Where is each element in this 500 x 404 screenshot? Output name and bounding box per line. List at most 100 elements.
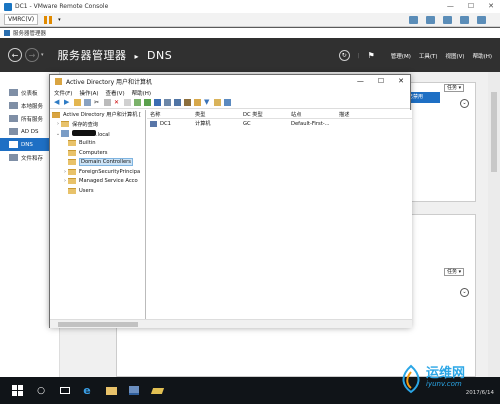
server-icon: [9, 102, 18, 109]
minimize-icon[interactable]: —: [447, 2, 454, 10]
column-header-site[interactable]: 站点: [291, 111, 339, 118]
menu-manage[interactable]: 管理(M): [391, 52, 411, 60]
ou-folder-icon: [68, 159, 76, 166]
column-header-type[interactable]: 类型: [195, 111, 243, 118]
sidebar-item-label: 文件和存: [21, 155, 44, 162]
dashboard-icon: [9, 89, 18, 96]
column-header-description[interactable]: 描述: [339, 111, 399, 118]
new-user-icon[interactable]: [174, 99, 181, 106]
export-icon[interactable]: [144, 99, 151, 106]
chevron-down-icon[interactable]: ▾: [58, 17, 61, 23]
start-button[interactable]: [10, 383, 24, 398]
row-type: 计算机: [195, 121, 211, 127]
folder-icon: [68, 187, 76, 194]
server-manager-header: ← → ▾ 服务器管理器 ▸ DNS ↻ | ⚑ 管理(M) 工具(T) 视图(…: [0, 38, 500, 72]
up-folder-icon[interactable]: [74, 99, 81, 106]
close-icon[interactable]: ✕: [488, 2, 494, 10]
ad-ds-icon: [9, 128, 18, 135]
tree-node-label: Computers: [79, 149, 108, 156]
task-view-icon[interactable]: [58, 383, 72, 398]
forward-arrow-icon[interactable]: ▶: [64, 99, 71, 106]
vmrc-menu-button[interactable]: VMRC(V): [4, 14, 39, 25]
list-item[interactable]: DC1 计算机 GC Default-First-...: [147, 119, 412, 128]
edge-browser-icon[interactable]: e: [80, 383, 94, 398]
refresh-icon[interactable]: ↻: [338, 50, 350, 61]
send-ctrl-alt-del-icon[interactable]: [409, 16, 418, 24]
aduc-details-pane: 名称 类型 DC 类型 站点 描述 DC1 计算机 GC Default-Fir…: [147, 110, 412, 319]
menu-action[interactable]: 操作(A): [79, 89, 98, 97]
maximize-icon[interactable]: ☐: [378, 77, 384, 85]
tree-node-computers[interactable]: Computers: [50, 148, 145, 158]
redacted-domain-name: [72, 129, 96, 136]
add-to-group-icon[interactable]: [224, 99, 231, 106]
pause-icon[interactable]: [44, 15, 53, 24]
delete-icon[interactable]: ✕: [114, 99, 121, 106]
tree-node-users[interactable]: Users: [50, 186, 145, 196]
horizontal-scrollbar[interactable]: [50, 319, 412, 328]
menu-file[interactable]: 文件(F): [54, 89, 72, 97]
help-icon[interactable]: [154, 99, 161, 106]
forward-arrow-icon[interactable]: →: [25, 48, 39, 62]
refresh-icon[interactable]: [134, 99, 141, 106]
menu-view[interactable]: 查看(V): [106, 89, 125, 97]
tree-node-root[interactable]: Active Directory 用户和计算机 [: [50, 110, 145, 120]
menu-tools[interactable]: 工具(T): [419, 52, 438, 60]
aduc-app-icon: [55, 78, 62, 85]
aduc-window: Active Directory 用户和计算机 — ☐ ✕ 文件(F) 操作(A…: [49, 74, 412, 328]
server-manager-taskbar-icon[interactable]: [127, 383, 141, 398]
properties-icon[interactable]: [124, 99, 131, 106]
filter-icon[interactable]: ▼: [204, 99, 211, 106]
find-icon[interactable]: [214, 99, 221, 106]
minimize-icon[interactable]: —: [357, 77, 364, 85]
back-arrow-icon[interactable]: ◀: [54, 99, 61, 106]
vmware-logo-icon: [4, 2, 12, 11]
new-ou-icon[interactable]: [194, 99, 201, 106]
tree-node-label: Users: [79, 187, 94, 194]
watermark-logo-icon: [402, 364, 420, 394]
expand-icon[interactable]: ⌄: [460, 288, 469, 297]
menu-help[interactable]: 帮助(H): [473, 52, 492, 60]
tree-node-saved-queries[interactable]: › 保存的查询: [50, 120, 145, 130]
settings-icon[interactable]: [477, 16, 486, 24]
close-icon[interactable]: ✕: [398, 77, 404, 85]
tree-node-managed-service-accounts[interactable]: › Managed Service Acco: [50, 177, 145, 187]
copy-icon[interactable]: [104, 99, 111, 106]
tree-node-domain[interactable]: ⌄ .local: [50, 129, 145, 139]
aduc-toolbar: ◀ ▶ ✂ ✕ ▼: [50, 97, 410, 109]
new-group-icon[interactable]: [184, 99, 191, 106]
aduc-tree-pane: Active Directory 用户和计算机 [ › 保存的查询 ⌄ .loc…: [50, 110, 146, 319]
tree-node-domain-controllers[interactable]: Domain Controllers: [50, 158, 145, 168]
tree-node-builtin[interactable]: Builtin: [50, 139, 145, 149]
breadcrumb-app[interactable]: 服务器管理器: [58, 49, 127, 62]
vertical-scrollbar[interactable]: [488, 72, 500, 377]
history-dropdown-icon[interactable]: ▾: [41, 52, 44, 58]
console-icon[interactable]: [164, 99, 171, 106]
notification-flag-icon[interactable]: ⚑: [368, 51, 375, 60]
back-arrow-icon[interactable]: ←: [8, 48, 22, 62]
sidebar-item-label: DNS: [21, 141, 33, 148]
cut-icon[interactable]: ✂: [94, 99, 101, 106]
aduc-taskbar-icon[interactable]: [150, 383, 164, 398]
server-manager-icon: [4, 30, 10, 36]
menu-view[interactable]: 视图(V): [446, 52, 465, 60]
column-header-dc-type[interactable]: DC 类型: [243, 111, 291, 118]
menu-help[interactable]: 帮助(H): [132, 89, 151, 97]
aduc-titlebar: Active Directory 用户和计算机 — ☐ ✕: [50, 75, 410, 88]
folder-icon: [68, 140, 76, 147]
show-tree-icon[interactable]: [84, 99, 91, 106]
file-explorer-icon[interactable]: [104, 383, 118, 398]
device-icon[interactable]: [460, 16, 469, 24]
tree-node-label: Builtin: [79, 140, 96, 147]
tree-node-label: ForeignSecurityPrincipa: [79, 168, 141, 175]
tasks-dropdown-bottom[interactable]: 任务 ▾: [444, 268, 465, 276]
unity-icon[interactable]: [443, 16, 452, 24]
vmrc-toolbar: VMRC(V) ▾: [0, 13, 500, 27]
search-icon[interactable]: ○: [34, 383, 48, 398]
fullscreen-icon[interactable]: [426, 16, 435, 24]
tree-node-foreign-security-principals[interactable]: › ForeignSecurityPrincipa: [50, 167, 145, 177]
folder-icon: [68, 178, 76, 185]
maximize-icon[interactable]: ☐: [468, 2, 474, 10]
column-header-name[interactable]: 名称: [147, 111, 195, 118]
tasks-dropdown-top[interactable]: 任务 ▾: [444, 84, 465, 92]
expand-icon[interactable]: ⌄: [460, 99, 469, 108]
